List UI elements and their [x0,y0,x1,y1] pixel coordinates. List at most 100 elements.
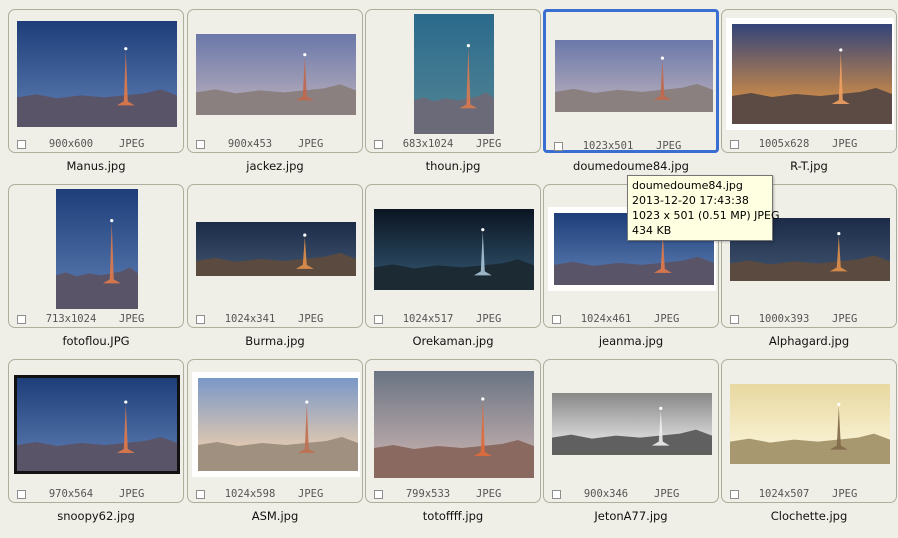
thumbnail-frame [192,14,360,134]
file-name[interactable]: totoffff.jpg [365,509,541,523]
thumbnail-item[interactable]: 1024x341 JPEG Burma.jpg [187,184,365,357]
thumbnail-card[interactable]: 1024x341 JPEG [187,184,363,328]
thumbnail-item[interactable]: 1024x507 JPEG Clochette.jpg [721,359,898,532]
thumbnail-image[interactable] [17,21,177,127]
thumbnail-frame [550,16,718,136]
file-name[interactable]: fotoflou.JPG [8,334,184,348]
tooltip-date: 2013-12-20 17:43:38 [632,194,749,207]
thumbnail-image[interactable] [192,371,360,477]
thumbnail-image[interactable] [555,40,713,112]
thumbnail-frame [548,364,716,484]
image-dimensions: 900x600 [48,138,94,150]
select-checkbox[interactable] [552,490,561,499]
thumbnail-item[interactable]: 900x600 JPEG Manus.jpg [8,9,186,182]
file-name[interactable]: jackez.jpg [187,159,363,173]
image-dimensions: 900x346 [583,488,629,500]
file-name[interactable]: Orekaman.jpg [365,334,541,348]
select-checkbox[interactable] [17,140,26,149]
thumbnail-image[interactable] [196,33,356,115]
select-checkbox[interactable] [17,315,26,324]
thumbnail-card[interactable]: 1005x628 JPEG [721,9,897,153]
file-name[interactable]: doumedoume84.jpg [543,159,719,173]
select-checkbox[interactable] [196,490,205,499]
select-checkbox[interactable] [196,140,205,149]
image-format: JPEG [832,138,858,150]
select-checkbox[interactable] [730,315,739,324]
file-name[interactable]: JetonA77.jpg [543,509,719,523]
thumbnail-card[interactable]: 900x453 JPEG [187,9,363,153]
image-dimensions: 1024x341 [224,313,276,325]
select-checkbox[interactable] [196,315,205,324]
thumbnail-card[interactable]: 1024x598 JPEG [187,359,363,503]
thumbnail-card[interactable]: 1024x517 JPEG [365,184,541,328]
image-format: JPEG [832,488,858,500]
image-dimensions: 1023x501 [582,140,634,152]
thumbnail-frame [726,364,894,484]
thumbnail-image[interactable] [730,384,890,464]
file-name[interactable]: R-T.jpg [721,159,897,173]
thumbnail-frame [192,364,360,484]
image-dimensions: 1024x598 [224,488,276,500]
file-info-tooltip: doumedoume84.jpg 2013-12-20 17:43:38 102… [627,175,780,241]
thumbnail-card[interactable]: 683x1024 JPEG [365,9,541,153]
thumbnail-image[interactable] [726,18,894,130]
select-checkbox[interactable] [552,315,561,324]
image-format: JPEG [476,313,502,325]
image-format: JPEG [119,313,145,325]
thumbnail-image[interactable] [374,208,534,290]
file-name[interactable]: Burma.jpg [187,334,363,348]
select-checkbox[interactable] [730,490,739,499]
thumbnail-item[interactable]: 713x1024 JPEG fotoflou.JPG [8,184,186,357]
thumbnail-image[interactable] [552,393,712,455]
thumbnail-card[interactable]: 799x533 JPEG [365,359,541,503]
file-name[interactable]: thoun.jpg [365,159,541,173]
thumbnail-card[interactable]: 1024x507 JPEG [721,359,897,503]
thumbnail-frame [370,364,538,484]
thumbnail-frame [726,14,894,134]
select-checkbox[interactable] [374,490,383,499]
file-name[interactable]: Alphagard.jpg [721,334,897,348]
thumbnail-item[interactable]: 970x564 JPEG snoopy62.jpg [8,359,186,532]
image-dimensions: 970x564 [48,488,94,500]
thumbnail-grid: 900x600 JPEG Manus.jpg 900x453 JPEG jack… [0,0,898,538]
file-name[interactable]: snoopy62.jpg [8,509,184,523]
thumbnail-image[interactable] [56,189,138,309]
thumbnail-image[interactable] [414,14,494,134]
thumbnail-frame [370,189,538,309]
image-dimensions: 683x1024 [402,138,454,150]
thumbnail-image[interactable] [196,222,356,276]
image-dimensions: 1024x517 [402,313,454,325]
select-checkbox[interactable] [554,142,563,151]
thumbnail-item[interactable]: 900x453 JPEG jackez.jpg [187,9,365,182]
thumbnail-card[interactable]: 713x1024 JPEG [8,184,184,328]
select-checkbox[interactable] [374,315,383,324]
thumbnail-item[interactable]: 799x533 JPEG totoffff.jpg [365,359,543,532]
thumbnail-item[interactable]: 1023x501 JPEG doumedoume84.jpg [543,9,721,182]
thumbnail-card[interactable]: 900x600 JPEG [8,9,184,153]
file-name[interactable]: Clochette.jpg [721,509,897,523]
select-checkbox[interactable] [730,140,739,149]
thumbnail-image[interactable] [374,370,534,478]
thumbnail-item[interactable]: 1005x628 JPEG R-T.jpg [721,9,898,182]
file-name[interactable]: Manus.jpg [8,159,184,173]
image-format: JPEG [476,138,502,150]
image-format: JPEG [656,140,682,152]
thumbnail-item[interactable]: 683x1024 JPEG thoun.jpg [365,9,543,182]
thumbnail-item[interactable]: 900x346 JPEG JetonA77.jpg [543,359,721,532]
select-checkbox[interactable] [17,490,26,499]
thumbnail-card[interactable]: 1023x501 JPEG [543,9,719,153]
thumbnail-card[interactable]: 970x564 JPEG [8,359,184,503]
thumbnail-frame [13,189,181,309]
tooltip-size: 434 KB [632,224,672,237]
select-checkbox[interactable] [374,140,383,149]
image-dimensions: 1000x393 [758,313,810,325]
thumbnail-item[interactable]: 1024x517 JPEG Orekaman.jpg [365,184,543,357]
thumbnail-item[interactable]: 1024x598 JPEG ASM.jpg [187,359,365,532]
image-format: JPEG [119,488,145,500]
thumbnail-card[interactable]: 900x346 JPEG [543,359,719,503]
thumbnail-image[interactable] [14,374,180,474]
file-name[interactable]: ASM.jpg [187,509,363,523]
file-name[interactable]: jeanma.jpg [543,334,719,348]
image-format: JPEG [298,138,324,150]
thumbnail-frame [13,364,181,484]
